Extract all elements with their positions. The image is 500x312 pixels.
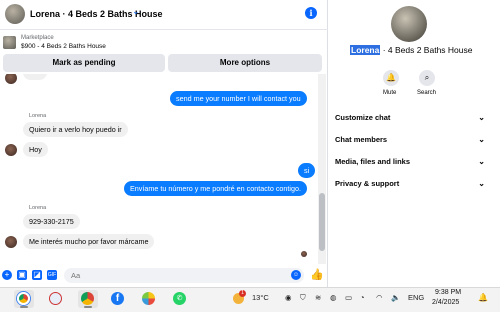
whatsapp-icon: ✆ (173, 292, 186, 305)
chat-title[interactable]: Lorena · 4 Beds 2 Baths House (30, 9, 163, 19)
speaker-icon[interactable]: 🔈 (391, 293, 400, 302)
palette-icon (142, 292, 155, 305)
wifi-icon[interactable]: ≋ (315, 293, 321, 302)
menu-label: Chat members (335, 135, 388, 144)
search-label: Search (417, 90, 437, 96)
marketplace-label: Marketplace (21, 35, 54, 41)
message-bubble: Me interés mucho por favor márcame (23, 234, 155, 249)
network-icon[interactable]: ◔ (360, 293, 365, 302)
clock-time[interactable]: 9:38 PM (435, 289, 461, 296)
chevron-down-icon: ⌄ (478, 113, 485, 122)
menu-privacy-support[interactable]: Privacy & support ⌄ (335, 175, 485, 193)
sticker-icon[interactable]: ◪ (32, 270, 42, 280)
wifi-signal-icon[interactable]: ◠ (376, 293, 383, 302)
image-icon[interactable]: ▣ (17, 270, 27, 280)
info-icon[interactable]: i (305, 7, 317, 19)
menu-chat-members[interactable]: Chat members ⌄ (335, 131, 485, 149)
chrome-profile-app-button[interactable] (78, 290, 98, 308)
menu-media-files-links[interactable]: Media, files and links ⌄ (335, 153, 485, 171)
message-bubble: send me your number I will contact you (170, 91, 307, 106)
bell-icon[interactable]: 🔔 (383, 70, 399, 86)
gif-icon[interactable]: GIF (47, 270, 57, 280)
paint-palette-app-button[interactable] (139, 290, 159, 308)
chrome-icon (81, 292, 94, 305)
notification-badge: 1 (239, 290, 246, 297)
shield-icon[interactable]: ⛉ (300, 293, 306, 303)
plus-icon[interactable]: + (2, 270, 12, 280)
chevron-down-icon: ⌄ (478, 179, 485, 188)
message-bubble: 929-330-2175 (23, 214, 80, 229)
notifications-bell-icon[interactable]: 🔔 (478, 293, 488, 302)
paint-app-button[interactable] (46, 290, 66, 308)
clock-date[interactable]: 2/4/2025 (432, 299, 459, 306)
chevron-down-icon[interactable]: ⌄ (132, 6, 140, 17)
paint-icon (49, 292, 62, 305)
facebook-icon: f (111, 292, 124, 305)
camera-icon[interactable]: ◍ (330, 293, 337, 302)
sender-name: Lorena (29, 113, 47, 119)
sender-avatar (5, 74, 17, 84)
chevron-down-icon: ⌄ (478, 135, 485, 144)
active-indicator (20, 306, 28, 308)
info-title-rest: · 4 Beds 2 Baths House (380, 45, 473, 55)
whatsapp-app-button[interactable]: ✆ (170, 290, 190, 308)
mark-as-pending-button[interactable]: Mark as pending (3, 54, 165, 72)
active-indicator (84, 306, 92, 308)
menu-customize-chat[interactable]: Customize chat ⌄ (335, 109, 485, 127)
message-input[interactable] (64, 268, 304, 283)
sender-avatar (5, 144, 17, 156)
message-bubble: Envíame tu número y me pondré en contact… (124, 181, 308, 196)
sender-name: Lorena (29, 205, 47, 211)
chrome-tray-icon[interactable]: ◉ (285, 293, 292, 302)
menu-label: Media, files and links (335, 157, 411, 166)
more-options-button[interactable]: More options (168, 54, 322, 72)
emoji-icon[interactable]: ☺ (291, 270, 301, 280)
seen-avatar (301, 251, 307, 257)
listing-thumbnail[interactable] (3, 36, 16, 49)
message-bubble (23, 74, 47, 80)
listing-title[interactable]: $900 - 4 Beds 2 Baths House (21, 43, 106, 50)
chevron-down-icon: ⌄ (478, 157, 485, 166)
contact-profile-photo[interactable] (391, 6, 427, 42)
message-bubble: Quiero ir a verlo hoy puedo ir (23, 122, 128, 137)
message-bubble: si (298, 163, 316, 178)
temperature-text[interactable]: 13°C (252, 293, 269, 302)
scrollbar-thumb[interactable] (319, 193, 325, 251)
chrome-app-button[interactable] (14, 290, 34, 308)
display-icon[interactable]: ▭ (345, 293, 352, 302)
mute-label: Mute (383, 90, 397, 96)
search-icon[interactable]: ⌕ (419, 70, 435, 86)
chrome-icon (17, 292, 30, 305)
info-title: Lorena · 4 Beds 2 Baths House (350, 45, 472, 55)
sender-avatar (5, 236, 17, 248)
contact-name-highlight: Lorena (350, 45, 381, 55)
menu-label: Customize chat (335, 113, 391, 122)
message-bubble: Hoy (23, 142, 48, 157)
language-indicator[interactable]: ENG (408, 293, 424, 302)
facebook-app-button[interactable]: f (108, 290, 128, 308)
menu-label: Privacy & support (335, 179, 400, 188)
contact-avatar[interactable] (5, 4, 25, 24)
taskbar (0, 287, 500, 312)
thumbs-up-icon[interactable]: 👍 (310, 268, 324, 281)
message-list: send me your number I will contact you L… (0, 74, 318, 264)
